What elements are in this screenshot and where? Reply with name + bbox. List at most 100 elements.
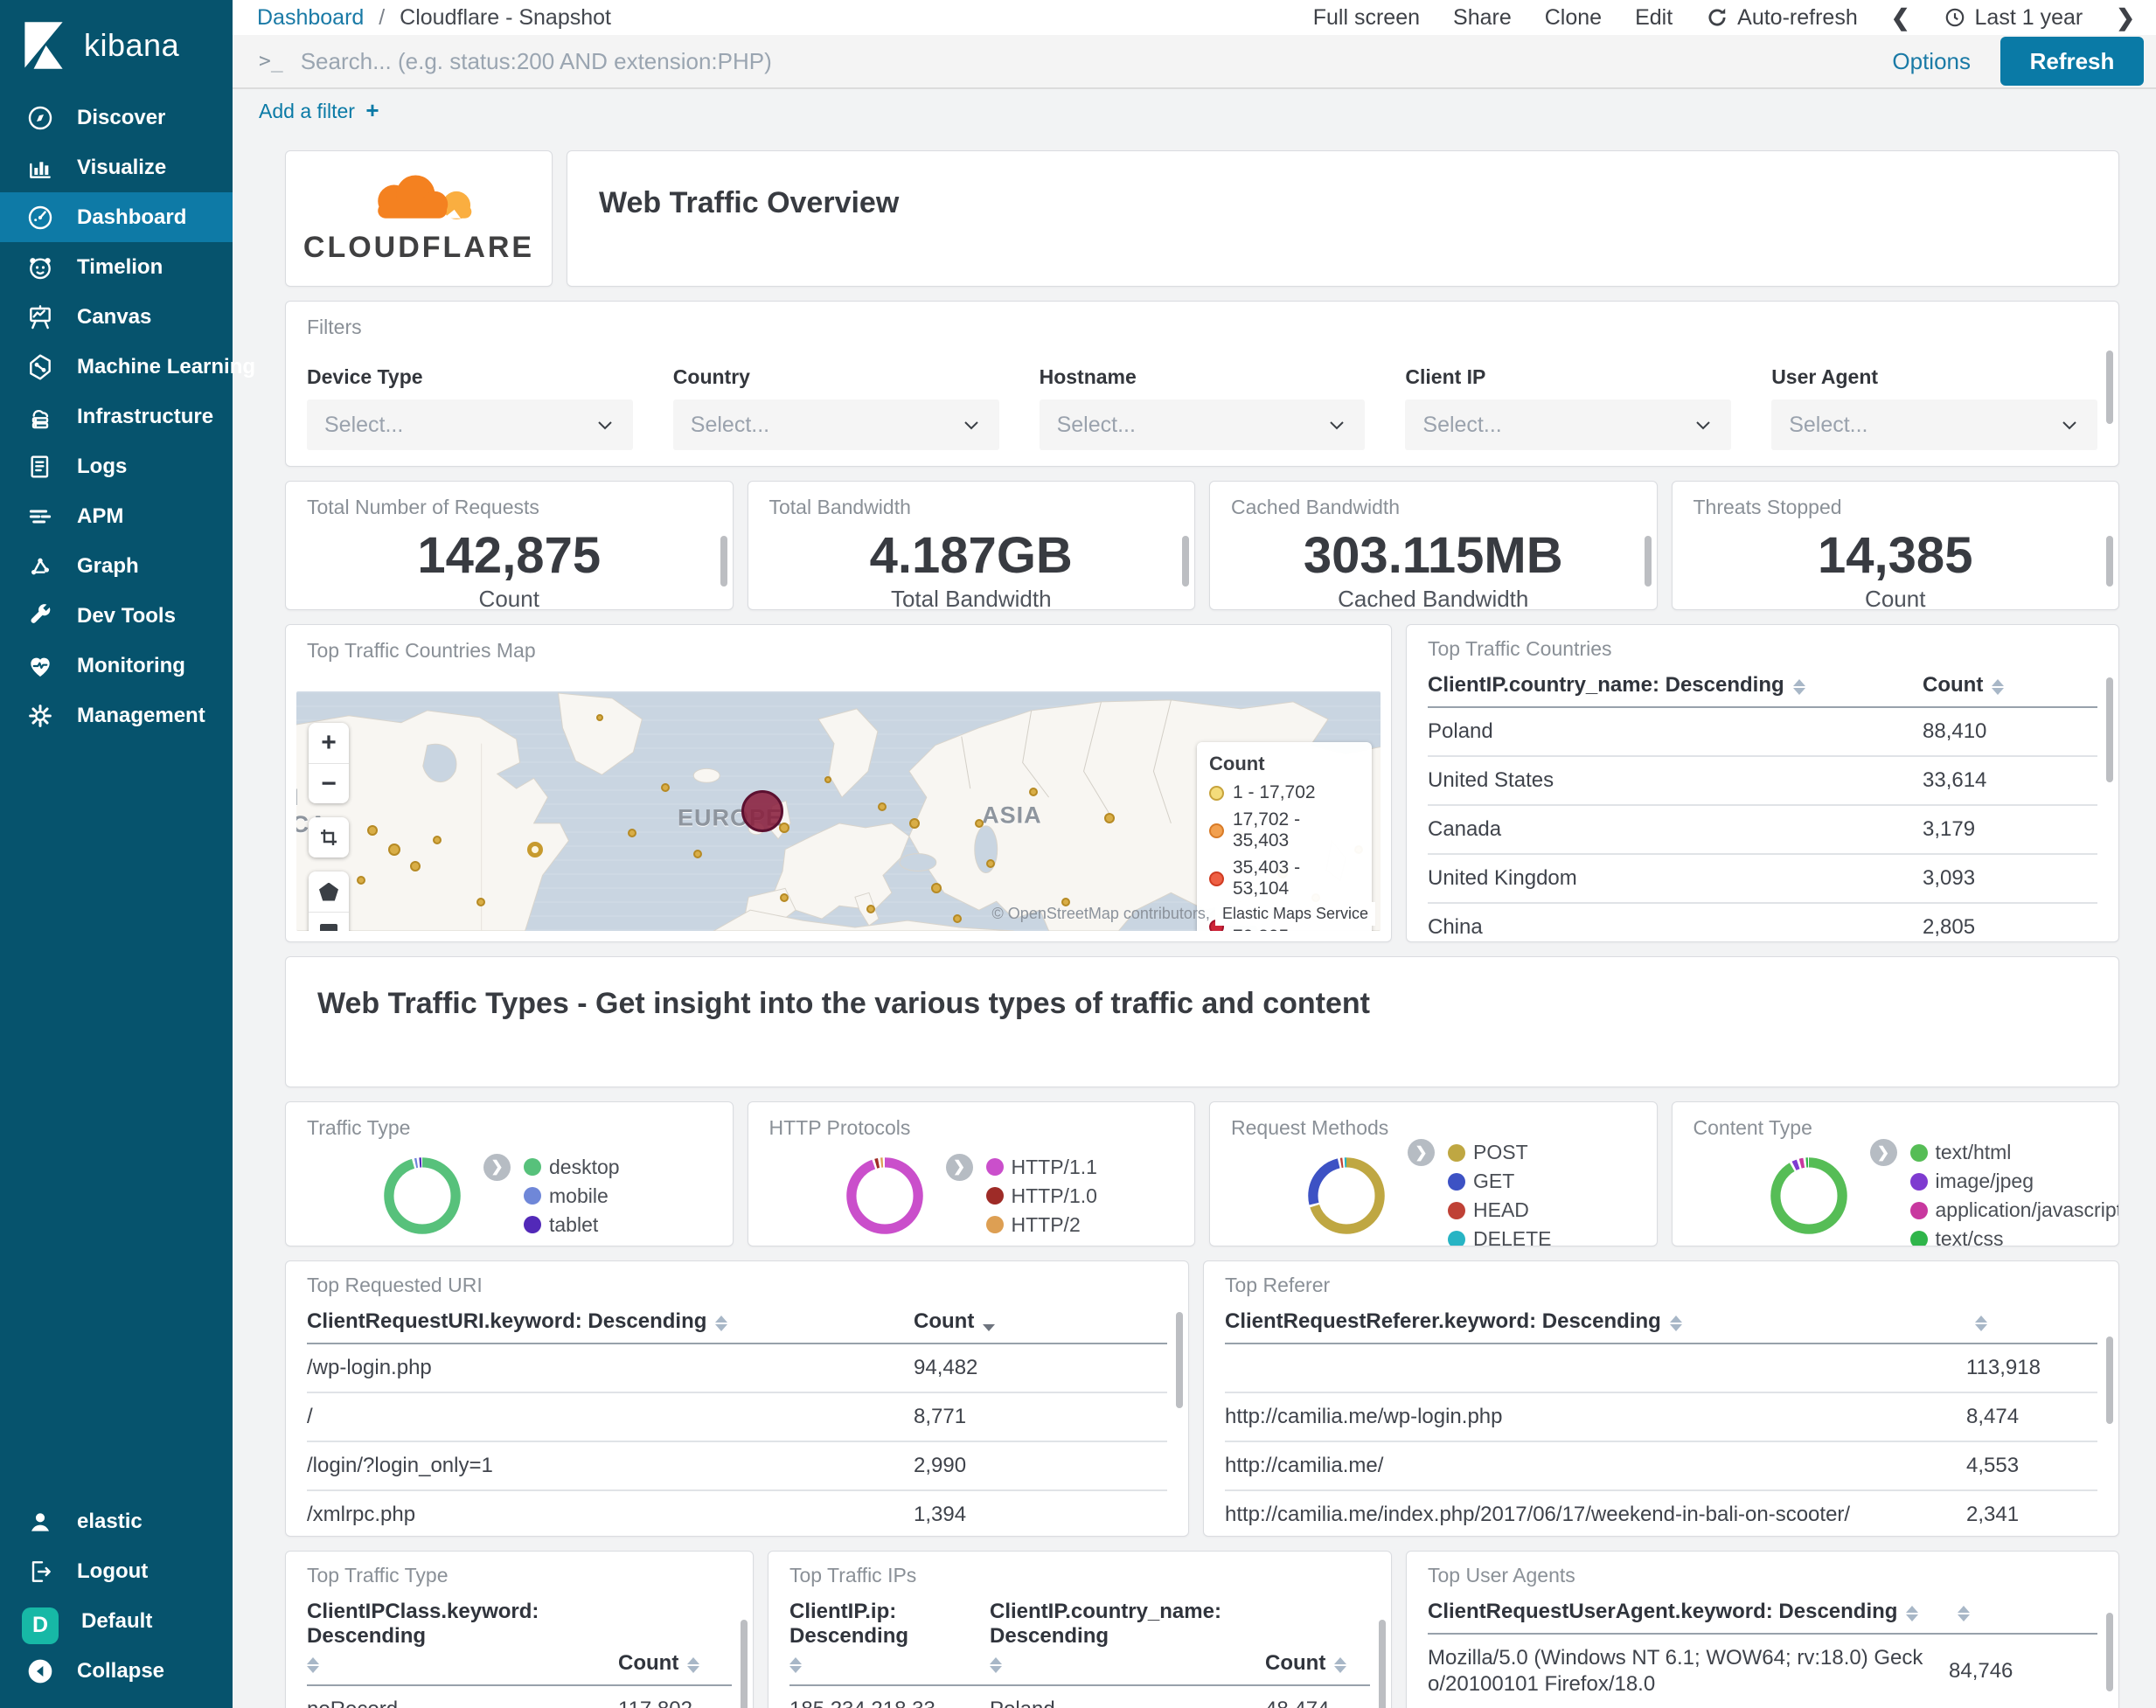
traffic-type-donut-chart[interactable] (377, 1150, 468, 1241)
country-select[interactable]: Select... (672, 399, 999, 450)
hostname-select[interactable]: Select... (1039, 399, 1366, 450)
column-header[interactable]: Count (1923, 673, 2097, 698)
column-header[interactable] (1966, 1316, 2097, 1334)
legend-item-application-javascript[interactable]: application/javascript (1909, 1196, 2118, 1225)
options-link[interactable]: Options (1892, 48, 1971, 75)
sort-icon[interactable] (1669, 1316, 1682, 1331)
time-prev-button[interactable]: ❮ (1891, 4, 1910, 31)
legend-item-desktop[interactable]: desktop (524, 1153, 620, 1182)
traffic-ips-scrollbar[interactable] (1379, 1620, 1386, 1708)
add-filter-link[interactable]: Add a filter + (259, 97, 379, 124)
time-range-picker[interactable]: Last 1 year (1944, 5, 2083, 31)
sort-icon[interactable] (1792, 679, 1805, 695)
map-bubble-poland[interactable] (741, 790, 784, 832)
legend-item-http-1-1[interactable]: HTTP/1.1 (985, 1153, 1097, 1182)
sort-icon[interactable] (307, 1657, 319, 1673)
referer-scrollbar[interactable] (2106, 1337, 2113, 1424)
legend-expand-chevron-icon[interactable]: ❯ (1869, 1139, 1897, 1166)
client-ip-select[interactable]: Select... (1405, 399, 1732, 450)
legend-item-http-2[interactable]: HTTP/2 (985, 1211, 1097, 1239)
sidebar-item-graph[interactable]: Graph (0, 541, 233, 591)
sort-icon[interactable] (1992, 679, 2005, 695)
legend-expand-chevron-icon[interactable]: ❯ (483, 1153, 511, 1181)
map-zoom-out-button[interactable]: − (309, 763, 349, 803)
column-header[interactable]: Count (1265, 1651, 1370, 1676)
sort-desc-icon[interactable] (983, 1324, 996, 1331)
legend-item-get[interactable]: GET (1448, 1167, 1551, 1196)
legend-item-image-jpeg[interactable]: image/jpeg (1909, 1167, 2119, 1196)
legend-item-mobile[interactable]: mobile (524, 1182, 620, 1211)
http-protocols-donut-chart[interactable] (839, 1150, 930, 1241)
traffic-type-scrollbar[interactable] (741, 1620, 748, 1708)
countries-scrollbar[interactable] (2106, 677, 2113, 782)
sort-icon[interactable] (715, 1316, 728, 1331)
sidebar-item-collapse[interactable]: Collapse (0, 1646, 233, 1696)
map-fit-bounds-button[interactable] (309, 817, 349, 857)
content-type-donut-chart[interactable] (1763, 1150, 1854, 1241)
edit-menu-item[interactable]: Edit (1635, 5, 1673, 31)
sort-icon[interactable] (1334, 1657, 1347, 1673)
column-header[interactable]: ClientIP.ip: Descending (789, 1600, 977, 1676)
uri-scrollbar[interactable] (1176, 1312, 1183, 1408)
auto-refresh-menu-item[interactable]: Auto-refresh (1706, 5, 1858, 31)
legend-item-tablet[interactable]: tablet (524, 1211, 620, 1239)
filters-scrollbar[interactable] (2106, 351, 2113, 424)
sidebar-item-machine-learning[interactable]: Machine Learning (0, 342, 255, 392)
sort-icon[interactable] (1906, 1606, 1919, 1621)
metric-scrollbar[interactable] (720, 536, 727, 587)
user-agents-scrollbar[interactable] (2106, 1613, 2113, 1691)
sidebar-item-canvas[interactable]: Canvas (0, 292, 233, 342)
column-header[interactable] (1949, 1606, 2097, 1624)
sidebar-item-apm[interactable]: APM (0, 491, 233, 541)
sort-icon[interactable] (990, 1657, 1002, 1673)
sidebar-item-default[interactable]: D Default (0, 1596, 233, 1646)
device-type-select[interactable]: Select... (307, 399, 633, 450)
sidebar-item-dev-tools[interactable]: Dev Tools (0, 591, 233, 641)
sidebar-item-management[interactable]: Management (0, 691, 233, 740)
legend-expand-chevron-icon[interactable]: ❯ (945, 1153, 973, 1181)
metric-scrollbar[interactable] (1644, 536, 1652, 587)
sort-icon[interactable] (789, 1657, 802, 1673)
map-draw-rectangle-button[interactable] (309, 912, 349, 931)
user-agent-select[interactable]: Select... (1771, 399, 2097, 450)
column-header[interactable]: ClientIP.country_name: Descending (990, 1600, 1253, 1676)
sidebar-item-elastic[interactable]: elastic (0, 1496, 233, 1546)
sidebar-item-timelion[interactable]: Timelion (0, 242, 233, 292)
sidebar-item-monitoring[interactable]: Monitoring (0, 641, 233, 691)
sidebar-item-dashboard[interactable]: Dashboard (0, 192, 233, 242)
legend-expand-chevron-icon[interactable]: ❯ (1408, 1139, 1435, 1166)
clone-menu-item[interactable]: Clone (1545, 5, 1602, 31)
map-canvas[interactable]: NORTH AMERICAEUROPEASIA + − (296, 691, 1381, 931)
column-header[interactable]: ClientIP.country_name: Descending (1428, 673, 1910, 698)
search-input[interactable] (300, 47, 1863, 75)
sort-icon[interactable] (1958, 1606, 1970, 1621)
sort-icon[interactable] (687, 1657, 700, 1673)
legend-item-head[interactable]: HEAD (1448, 1196, 1551, 1225)
map-draw-polygon-button[interactable] (309, 871, 349, 912)
legend-item-http-1-0[interactable]: HTTP/1.0 (985, 1182, 1097, 1211)
time-next-button[interactable]: ❯ (2116, 4, 2135, 31)
sidebar-item-discover[interactable]: Discover (0, 93, 233, 142)
legend-item-text-html[interactable]: text/html (1909, 1138, 2119, 1167)
legend-item-text-css[interactable]: text/css (1909, 1225, 2119, 1246)
share-menu-item[interactable]: Share (1453, 5, 1512, 31)
sort-icon[interactable] (1975, 1316, 1987, 1331)
sidebar-item-logout[interactable]: Logout (0, 1546, 233, 1596)
column-header[interactable]: ClientRequestUserAgent.keyword: Descendi… (1428, 1600, 1937, 1624)
map-zoom-in-button[interactable]: + (309, 723, 349, 763)
column-header[interactable]: ClientRequestReferer.keyword: Descending (1225, 1309, 1954, 1334)
sidebar-item-logs[interactable]: Logs (0, 441, 233, 491)
metric-scrollbar[interactable] (1182, 536, 1189, 587)
refresh-button[interactable]: Refresh (2000, 37, 2144, 86)
legend-item-delete[interactable]: DELETE (1448, 1225, 1551, 1246)
metric-scrollbar[interactable] (2106, 536, 2113, 587)
breadcrumb-dashboard-link[interactable]: Dashboard (257, 5, 364, 30)
sidebar-item-visualize[interactable]: Visualize (0, 142, 233, 192)
column-header[interactable]: Count (618, 1651, 732, 1676)
full-screen-menu-item[interactable]: Full screen (1313, 5, 1420, 31)
request-methods-donut-chart[interactable] (1301, 1150, 1392, 1241)
column-header[interactable]: ClientIPClass.keyword: Descending (307, 1600, 606, 1676)
legend-item-post[interactable]: POST (1448, 1138, 1551, 1167)
column-header[interactable]: ClientRequestURI.keyword: Descending (307, 1309, 901, 1334)
column-header[interactable]: Count (914, 1309, 1167, 1334)
